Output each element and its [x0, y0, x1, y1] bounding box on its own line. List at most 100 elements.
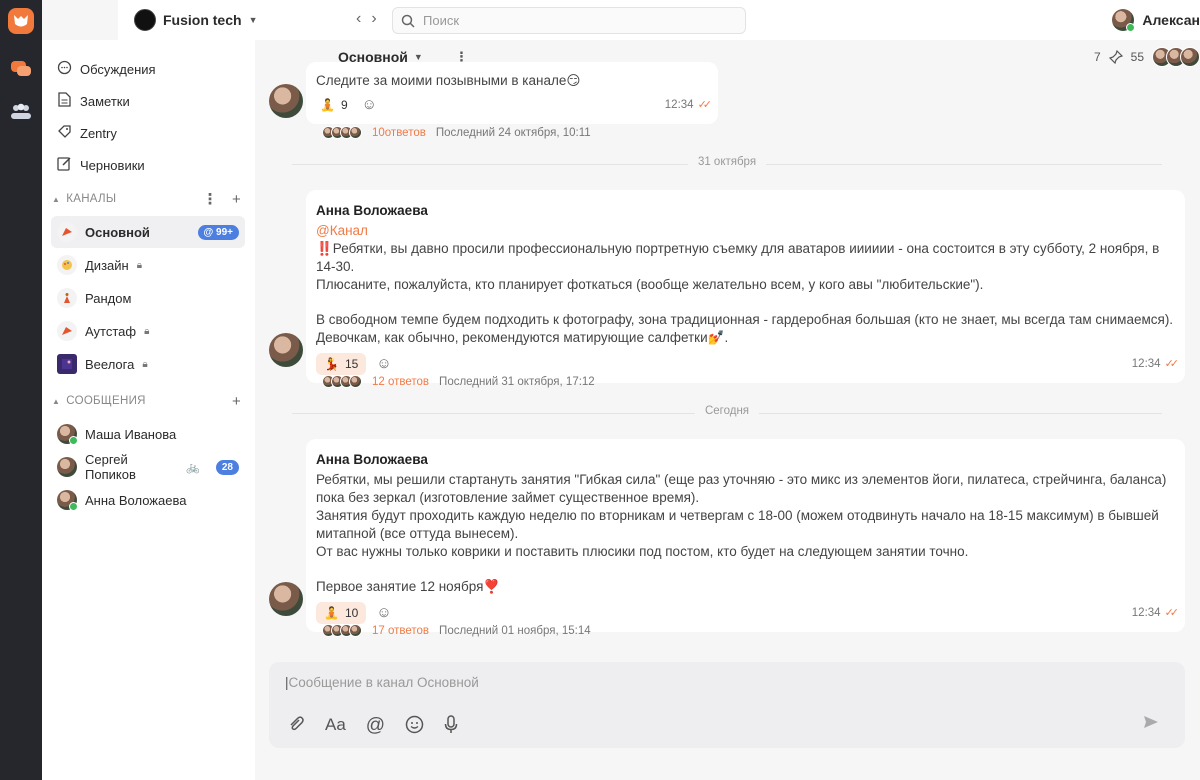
mention-icon[interactable]: @	[366, 715, 385, 739]
nav-item-label: Заметки	[80, 93, 130, 109]
team-icon[interactable]	[9, 100, 33, 122]
message-time: 12:34 ✓✓	[1132, 355, 1180, 373]
thread-avatars	[322, 126, 362, 139]
reaction-count: 15	[344, 357, 359, 371]
thread-summary[interactable]: 12 ответов Последний 31 октября, 17:12	[322, 375, 595, 388]
message-card: Следите за моими позывными в канале😏 🧘 9…	[306, 62, 718, 124]
sidebar-dm-masha[interactable]: Маша Иванова	[51, 418, 245, 450]
channel-icon	[57, 321, 77, 341]
user-name: Алексан	[1142, 12, 1200, 28]
add-reaction-icon[interactable]: ☺	[376, 355, 391, 373]
dm-name: Анна Воложаева	[85, 492, 187, 508]
sidebar-channel-veeloga[interactable]: Веелога 🔒︎	[51, 348, 245, 380]
search-placeholder: Поиск	[423, 13, 460, 28]
thread-avatars	[322, 375, 362, 388]
message-card: Анна Воложаева Ребятки, мы решили старта…	[306, 439, 1185, 632]
channels-more-icon[interactable]: ⋮	[203, 190, 218, 208]
message-composer: |Сообщение в канал Основной Aa @	[269, 662, 1185, 748]
forward-arrow-icon[interactable]: ›	[371, 10, 376, 28]
message-time: 12:34 ✓✓	[665, 96, 713, 114]
nav-item-label: Обсуждения	[80, 61, 156, 77]
double-check-icon: ✓✓	[1164, 358, 1180, 370]
message-author[interactable]: Анна Воложаева	[316, 202, 1175, 220]
member-count: 55	[1130, 50, 1144, 64]
sidebar-channel-main[interactable]: Основной @ 99+	[51, 216, 245, 248]
text-format-icon[interactable]: Aa	[325, 715, 346, 739]
emoji-icon[interactable]	[405, 715, 424, 739]
reaction-emoji: 🧘	[320, 98, 335, 112]
app-rail	[0, 0, 42, 780]
back-arrow-icon[interactable]: ‹	[356, 10, 361, 28]
nav-item-label: Zentry	[80, 125, 117, 141]
thread-summary[interactable]: 17 ответов Последний 01 ноября, 15:14	[322, 624, 591, 637]
sidebar-channel-design[interactable]: Дизайн 🔒︎	[51, 249, 245, 281]
chevron-down-icon[interactable]: ▼	[414, 52, 423, 62]
avatar	[349, 624, 362, 637]
pinned-count: 7	[1093, 50, 1101, 64]
user-menu[interactable]: Алексан	[1112, 9, 1200, 32]
message-text: В свободном темпе будем подходить к фото…	[316, 312, 1174, 345]
message-text: Занятия будут проходить каждую неделю по…	[316, 508, 1159, 541]
channels-section-header[interactable]: ▲ КАНАЛЫ ⋮ +	[42, 183, 255, 215]
add-message-icon[interactable]: +	[232, 393, 241, 410]
avatar[interactable]	[269, 582, 303, 616]
nav-item-discussions[interactable]: Обсуждения	[42, 53, 255, 85]
date-divider-label: 31 октября	[687, 156, 767, 168]
section-title: КАНАЛЫ	[66, 193, 117, 205]
send-icon[interactable]	[1143, 715, 1159, 734]
double-check-icon: ✓✓	[1164, 607, 1180, 619]
date-divider: Сегодня	[292, 405, 1162, 417]
workspace-switcher[interactable]: Fusion tech ▼	[134, 9, 257, 31]
message-text: Первое занятие 12 ноября❣️	[316, 579, 501, 594]
reaction-button[interactable]: 🧘 10	[316, 602, 367, 624]
channel-header-meta: 7 55	[1094, 47, 1200, 67]
channel-name: Основной	[85, 224, 150, 240]
avatar	[349, 126, 362, 139]
sidebar-channel-outstaff[interactable]: Аутстаф 🔒︎	[51, 315, 245, 347]
member-avatars[interactable]	[1152, 47, 1200, 67]
reaction-count: 10	[344, 606, 359, 620]
pin-icon[interactable]	[1108, 50, 1123, 64]
nav-item-notes[interactable]: Заметки	[42, 85, 255, 117]
message-input-placeholder: Сообщение в канал Основной	[288, 675, 479, 690]
message-text: Плюсаните, пожалуйста, кто планирует фот…	[316, 277, 984, 292]
nav-item-drafts[interactable]: Черновики	[42, 149, 255, 181]
microphone-icon[interactable]	[444, 715, 458, 739]
add-reaction-icon[interactable]: ☺	[362, 96, 377, 114]
channel-name: Веелога	[85, 356, 135, 372]
add-channel-icon[interactable]: +	[232, 191, 241, 208]
sidebar-dm-anna[interactable]: Анна Воложаева	[51, 484, 245, 516]
thread-reply-count: 12 ответов	[372, 375, 430, 388]
search-input[interactable]: Поиск	[392, 7, 746, 34]
sidebar-channel-random[interactable]: Рандом	[51, 282, 245, 314]
dancer-icon	[57, 288, 77, 308]
pencil-icon	[56, 156, 72, 174]
avatar[interactable]	[269, 333, 303, 367]
lock-icon: 🔒︎	[142, 358, 148, 370]
reaction-button[interactable]: 💃 15	[316, 353, 367, 375]
nav-item-zentry[interactable]: Zentry	[42, 117, 255, 149]
sidebar-dm-sergey[interactable]: Сергей Попиков 🚲 28	[51, 451, 245, 483]
add-reaction-icon[interactable]: ☺	[376, 604, 391, 622]
section-title: СООБЩЕНИЯ	[66, 395, 146, 407]
reaction-button[interactable]: 🧘 9	[316, 94, 352, 116]
avatar[interactable]	[269, 84, 303, 118]
thread-summary[interactable]: 10ответов Последний 24 октября, 10:11	[322, 126, 591, 139]
status-emoji: 🚲	[186, 461, 200, 474]
messages-section-header[interactable]: ▲ СООБЩЕНИЯ +	[42, 385, 255, 417]
thread-last-reply: Последний 24 октября, 10:11	[435, 126, 591, 139]
message-text: От вас нужны только коврики и поставить …	[316, 544, 969, 559]
mention-badge: @ 99+	[197, 224, 239, 240]
double-check-icon: ✓✓	[697, 99, 713, 111]
app-logo-icon[interactable]	[8, 8, 34, 34]
chats-icon[interactable]	[9, 58, 33, 80]
message-text: Следите за моими позывными в канале😏	[316, 73, 581, 88]
message-author[interactable]: Анна Воложаева	[316, 451, 1175, 469]
mention-link[interactable]: @Канал	[316, 222, 1175, 240]
channel-name: Рандом	[85, 290, 132, 306]
message-input[interactable]: |Сообщение в канал Основной	[285, 675, 479, 690]
workspace-logo-icon	[134, 9, 156, 31]
attachment-icon[interactable]	[287, 715, 305, 739]
veeloga-icon	[57, 354, 77, 374]
note-icon	[56, 92, 72, 110]
